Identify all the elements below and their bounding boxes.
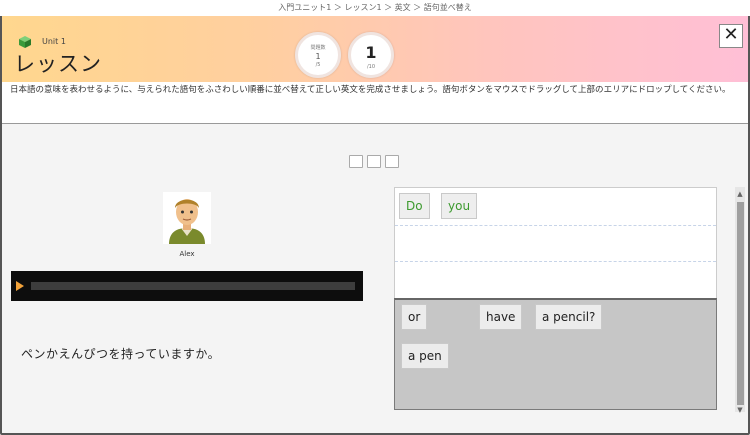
progress-total: /5 bbox=[315, 62, 321, 68]
question-counter: 1 /10 bbox=[348, 32, 394, 78]
scroll-down-icon[interactable]: ▼ bbox=[735, 404, 745, 416]
speaker-name: Alex bbox=[179, 250, 195, 258]
progress-caption: 問題数 bbox=[310, 45, 326, 51]
close-button[interactable]: ✕ bbox=[719, 24, 743, 48]
word-bank: or have a pencil? a pen bbox=[394, 298, 717, 410]
question-number: 1 bbox=[365, 43, 377, 62]
page-indicator-2[interactable] bbox=[367, 155, 381, 168]
word-tile[interactable]: have bbox=[479, 304, 523, 330]
instructions-text: 日本語の意味を表わせるように、与えられた語句をふさわしい順番に並べ替えて正しい英… bbox=[10, 85, 731, 95]
question-total: /10 bbox=[366, 64, 376, 70]
scrollbar-thumb[interactable] bbox=[737, 202, 744, 405]
progress-counter: 問題数 1 /5 bbox=[295, 32, 341, 78]
page-indicator-3[interactable] bbox=[385, 155, 399, 168]
audio-player bbox=[11, 271, 363, 301]
play-icon[interactable] bbox=[16, 281, 24, 291]
word-tile[interactable]: a pen bbox=[401, 343, 449, 369]
answer-line bbox=[395, 225, 716, 226]
page-title: レッスン bbox=[14, 52, 102, 76]
question-text: ペンかえんぴつを持っていますか。 bbox=[21, 347, 221, 361]
page-indicator-1[interactable] bbox=[349, 155, 363, 168]
cube-icon bbox=[19, 36, 31, 48]
breadcrumb: 入門ユニット1 ＞ レッスン1 ＞ 英文 ＞ 語句並べ替え bbox=[0, 0, 750, 16]
word-tile[interactable]: or bbox=[401, 304, 428, 330]
lesson-header: Unit 1 レッスン 問題数 1 /5 1 /10 bbox=[2, 16, 748, 82]
speaker-avatar bbox=[163, 192, 211, 244]
answer-line bbox=[395, 261, 716, 262]
word-tile[interactable]: a pencil? bbox=[535, 304, 603, 330]
unit-label: Unit 1 bbox=[42, 37, 66, 46]
scroll-up-icon[interactable]: ▲ bbox=[735, 188, 745, 200]
audio-progress-bar[interactable] bbox=[31, 282, 355, 290]
answer-word-tile[interactable]: Do bbox=[399, 193, 430, 219]
answer-drop-zone[interactable]: Do you bbox=[394, 187, 717, 299]
progress-value: 1 bbox=[315, 52, 321, 61]
answer-word-tile[interactable]: you bbox=[441, 193, 478, 219]
